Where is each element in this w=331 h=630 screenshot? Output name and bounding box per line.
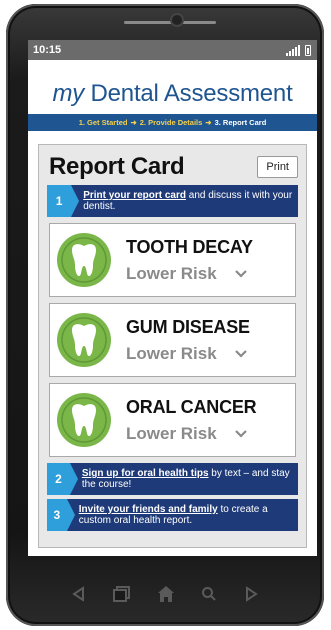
print-report-link[interactable]: Print your report card xyxy=(83,190,186,201)
print-button[interactable]: Print xyxy=(257,156,298,178)
breadcrumb: 1. Get Started ➜ 2. Provide Details ➜ 3.… xyxy=(28,114,317,131)
risk-tooth-decay[interactable]: TOOTH DECAY Lower Risk xyxy=(49,223,296,297)
breadcrumb-step-3: 3. Report Card xyxy=(214,118,267,127)
chevron-down-icon[interactable] xyxy=(234,429,247,438)
status-time: 10:15 xyxy=(33,44,62,56)
breadcrumb-step-2[interactable]: 2. Provide Details xyxy=(140,118,203,127)
phone-frame: 10:15 my Dental Assessment 1. Get Starte… xyxy=(6,4,324,626)
tip-number: 2 xyxy=(47,463,78,495)
risk-oral-cancer[interactable]: ORAL CANCER Lower Risk xyxy=(49,383,296,457)
tip-3: 3 Invite your friends and family to crea… xyxy=(47,499,298,531)
recent-apps-icon[interactable] xyxy=(113,586,131,602)
risk-name: ORAL CANCER xyxy=(126,396,257,417)
breadcrumb-arrow-icon: ➜ xyxy=(205,118,212,127)
tip-1: 1 Print your report card and discuss it … xyxy=(47,185,298,217)
speaker-grille xyxy=(124,21,216,24)
camera-icon xyxy=(172,15,182,25)
battery-icon xyxy=(305,44,311,56)
invite-friends-link[interactable]: Invite your friends and family xyxy=(79,504,218,515)
tooth-icon xyxy=(57,313,111,367)
search-icon[interactable] xyxy=(201,586,217,602)
app-title-my: my xyxy=(52,80,85,107)
breadcrumb-step-1[interactable]: 1. Get Started xyxy=(79,118,128,127)
report-card-title: Report Card xyxy=(49,153,185,180)
tip-number: 3 xyxy=(47,499,75,531)
tooth-icon xyxy=(57,393,111,447)
sign-up-tips-link[interactable]: Sign up for oral health tips xyxy=(82,468,209,479)
report-card: Report Card Print 1 Print your report ca… xyxy=(38,144,307,548)
breadcrumb-arrow-icon: ➜ xyxy=(130,118,137,127)
screen: 10:15 my Dental Assessment 1. Get Starte… xyxy=(28,40,317,556)
tip-2: 2 Sign up for oral health tips by text –… xyxy=(47,463,298,495)
risk-name: TOOTH DECAY xyxy=(126,236,253,257)
risk-gum-disease[interactable]: GUM DISEASE Lower Risk xyxy=(49,303,296,377)
forward-icon[interactable] xyxy=(243,586,259,602)
chevron-down-icon[interactable] xyxy=(234,349,247,358)
app-title-rest: Dental Assessment xyxy=(84,80,293,107)
signal-icon xyxy=(286,44,300,56)
tooth-icon xyxy=(57,233,111,287)
tip-number: 1 xyxy=(47,185,80,217)
chevron-down-icon[interactable] xyxy=(234,269,247,278)
risk-name: GUM DISEASE xyxy=(126,316,250,337)
back-icon[interactable] xyxy=(71,586,87,602)
status-bar: 10:15 xyxy=(28,40,317,60)
risk-level: Lower Risk xyxy=(126,263,217,283)
app-title: my Dental Assessment xyxy=(28,80,317,108)
home-icon[interactable] xyxy=(157,585,175,603)
risk-level: Lower Risk xyxy=(126,343,217,363)
phone-nav-bar xyxy=(6,582,324,606)
risk-level: Lower Risk xyxy=(126,423,217,443)
